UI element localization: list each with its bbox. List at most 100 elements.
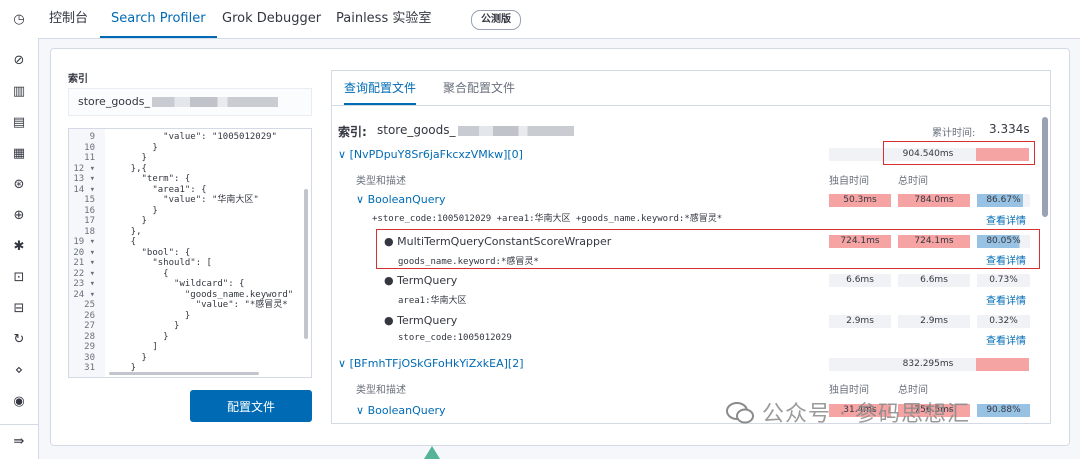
column-type-desc: 类型和描述 bbox=[356, 385, 406, 396]
line-number: 28 bbox=[84, 331, 95, 342]
result-index-value: store_goods_ bbox=[377, 123, 574, 137]
line-number: 23 ▾ bbox=[73, 279, 95, 289]
tab-search-profiler[interactable]: Search Profiler bbox=[100, 0, 217, 38]
clock-icon[interactable]: ◷ bbox=[10, 11, 28, 29]
canvas-icon[interactable]: ▦ bbox=[10, 145, 28, 163]
percent-cell: 90.88% bbox=[977, 404, 1030, 417]
query-toggle-boolean[interactable]: ∨ BooleanQuery bbox=[356, 404, 446, 417]
bullet-icon: ● bbox=[384, 314, 394, 327]
self-time-cell: 2.9ms bbox=[829, 315, 891, 328]
graph-icon[interactable]: ✱ bbox=[10, 238, 28, 256]
code-text: } bbox=[109, 321, 180, 331]
logs-icon[interactable]: ⊟ bbox=[10, 300, 28, 318]
total-time-cell: 784.0ms bbox=[898, 194, 970, 207]
ml-icon[interactable]: ⊕ bbox=[10, 207, 28, 225]
view-details-link[interactable]: 查看详情 bbox=[986, 292, 1026, 307]
self-time-cell: 6.6ms bbox=[829, 274, 891, 287]
line-number: 15 bbox=[84, 195, 95, 205]
compass-icon[interactable]: ⊘ bbox=[10, 52, 28, 70]
panel-resize-handle[interactable] bbox=[424, 446, 440, 459]
annotation-box bbox=[883, 141, 1035, 165]
redacted-blur bbox=[151, 97, 278, 107]
collapse-icon[interactable]: ⇛ bbox=[10, 433, 28, 451]
tab-painless-lab[interactable]: Painless 实验室 bbox=[336, 0, 431, 38]
code-text: "goods_name.keyword" bbox=[109, 289, 294, 300]
line-number: 22 ▾ bbox=[73, 268, 95, 279]
wechat-logo-icon bbox=[726, 402, 754, 424]
code-text: "area1": { bbox=[109, 184, 207, 195]
profile-results-panel: 查询配置文件 聚合配置文件 索引: store_goods_ 累计时间: 3.3… bbox=[331, 70, 1051, 424]
line-number: 31 bbox=[84, 363, 95, 373]
column-self-time: 独自时间 bbox=[829, 385, 869, 396]
monitor-icon[interactable]: ⊡ bbox=[10, 269, 28, 287]
query-name: ● TermQuery bbox=[384, 274, 458, 287]
total-time-value: 3.334s bbox=[989, 122, 1030, 136]
tab-console[interactable]: 控制台 bbox=[49, 0, 88, 38]
editor-vertical-scrollbar[interactable] bbox=[304, 189, 308, 339]
code-text: ] bbox=[109, 342, 158, 352]
apm-icon[interactable]: ⋄ bbox=[10, 362, 28, 380]
map-icon[interactable]: ⊛ bbox=[10, 176, 28, 194]
view-details-link[interactable]: 查看详情 bbox=[986, 212, 1026, 227]
line-number: 13 ▾ bbox=[73, 174, 95, 184]
dashboard-icon[interactable]: ▤ bbox=[10, 114, 28, 132]
index-label: 索引 bbox=[68, 74, 88, 85]
code-text: } bbox=[109, 205, 158, 216]
self-time-cell: 50.3ms bbox=[829, 194, 891, 207]
code-text: }, bbox=[109, 226, 142, 237]
redacted-blur bbox=[457, 125, 574, 136]
total-time-cell: 2.9ms bbox=[898, 315, 970, 328]
line-number: 20 ▾ bbox=[73, 247, 95, 258]
code-text: "wildcard": { bbox=[109, 279, 245, 289]
shard-1-toggle[interactable]: ∨ [NvPDpuY8Sr6jaFkcxzVMkw][0] bbox=[338, 148, 523, 161]
code-text: } bbox=[109, 352, 147, 363]
total-time-label: 累计时间: bbox=[932, 128, 976, 139]
code-text: } bbox=[109, 216, 147, 226]
column-total-time: 总时间 bbox=[898, 385, 928, 396]
line-number: 10 bbox=[84, 142, 95, 153]
code-text: },{ bbox=[109, 163, 147, 174]
query-editor[interactable]: 9 "value": "1005012029" 10 } 11 } 12 ▾ },{1… bbox=[68, 128, 312, 378]
line-number: 9 bbox=[89, 132, 95, 142]
code-text: } bbox=[109, 142, 158, 153]
annotation-box bbox=[376, 229, 1040, 269]
line-number: 19 ▾ bbox=[73, 237, 95, 247]
code-text: "should": [ bbox=[109, 258, 212, 268]
index-input[interactable]: store_goods_ bbox=[68, 88, 312, 116]
line-number: 11 bbox=[84, 153, 95, 163]
query-description: area1:华南大区 bbox=[398, 296, 467, 306]
query-toggle-boolean[interactable]: ∨ BooleanQuery bbox=[356, 193, 446, 206]
tab-aggregation-profile[interactable]: 聚合配置文件 bbox=[443, 71, 515, 105]
total-time-cell: 6.6ms bbox=[898, 274, 970, 287]
editor-horizontal-scrollbar[interactable] bbox=[109, 372, 259, 375]
profile-button[interactable]: 配置文件 bbox=[190, 390, 312, 422]
shard-2-toggle[interactable]: ∨ [BFmhTFjOSkGFoHkYiZxkEA][2] bbox=[338, 357, 524, 370]
code-text: } bbox=[109, 310, 191, 321]
chevron-down-icon: ∨ bbox=[338, 148, 347, 161]
line-number: 29 bbox=[84, 342, 95, 352]
index-input-value: store_goods_ bbox=[78, 95, 150, 108]
side-nav: ◷ ⊘ ▥ ▤ ▦ ⊛ ⊕ ✱ ⊡ ⊟ ↻ ⋄ ◉ ⇛ bbox=[0, 0, 39, 459]
percent-cell: 86.67% bbox=[977, 194, 1030, 207]
code-text: "term": { bbox=[109, 174, 191, 184]
view-details-link[interactable]: 查看详情 bbox=[986, 332, 1026, 347]
bullet-icon: ● bbox=[384, 274, 394, 287]
line-number: 24 ▾ bbox=[73, 289, 95, 300]
line-number: 21 ▾ bbox=[73, 258, 95, 268]
line-number: 25 bbox=[84, 300, 95, 310]
results-scrollbar[interactable] bbox=[1042, 117, 1048, 217]
line-number: 26 bbox=[84, 310, 95, 321]
code-text: } bbox=[109, 153, 147, 163]
query-description: +store_code:1005012029 +area1:华南大区 +good… bbox=[372, 214, 723, 224]
code-text: "value": "1005012029" bbox=[109, 132, 277, 142]
line-number: 16 bbox=[84, 205, 95, 216]
chart-icon[interactable]: ▥ bbox=[10, 83, 28, 101]
chevron-down-icon: ∨ bbox=[338, 357, 347, 370]
tabs-divider bbox=[332, 105, 1050, 106]
signal-icon[interactable]: ◉ bbox=[10, 393, 28, 411]
tab-grok-debugger[interactable]: Grok Debugger bbox=[222, 0, 321, 38]
code-text: } bbox=[109, 331, 169, 342]
column-total-time: 总时间 bbox=[898, 176, 928, 187]
tab-query-profile[interactable]: 查询配置文件 bbox=[344, 71, 417, 105]
uptime-icon[interactable]: ↻ bbox=[10, 331, 28, 349]
